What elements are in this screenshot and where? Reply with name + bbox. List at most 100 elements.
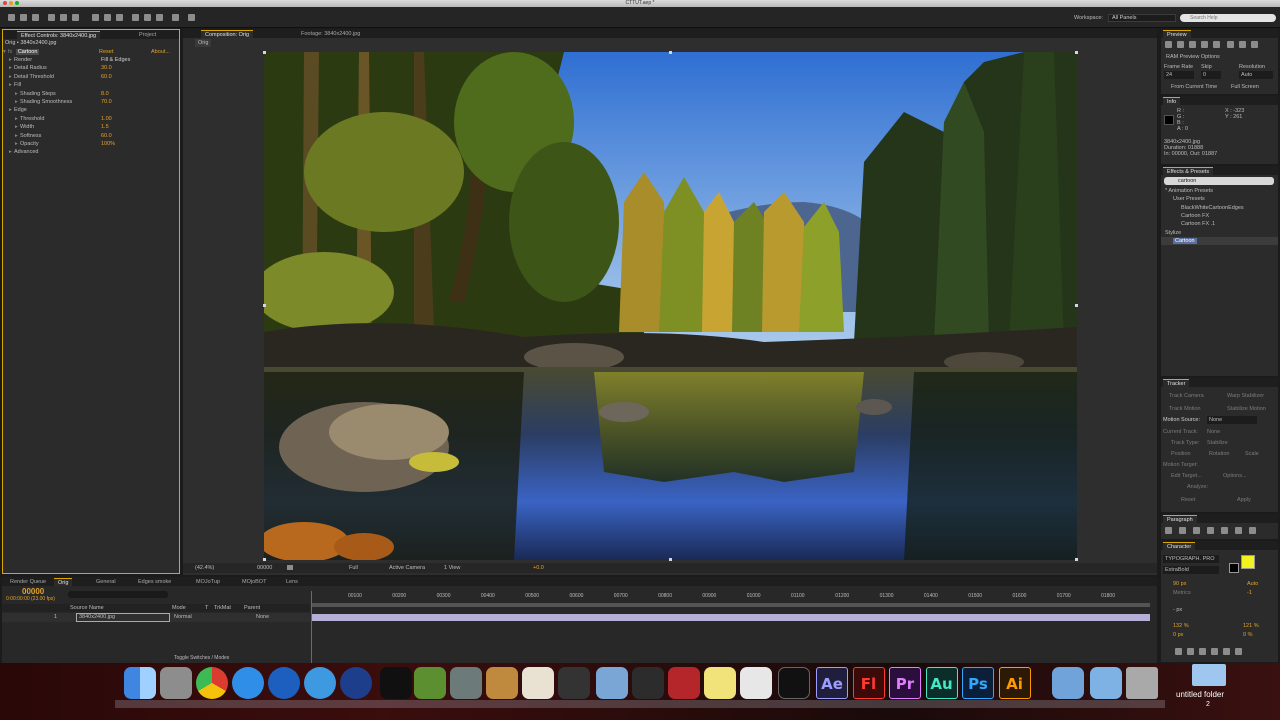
- effect-param-row[interactable]: ▸ Advanced: [3, 148, 179, 156]
- scale-checkbox[interactable]: Scale: [1245, 450, 1259, 458]
- minecraft-icon[interactable]: [414, 667, 446, 699]
- timeline-tab[interactable]: Lens: [282, 578, 302, 586]
- frame-rate-select[interactable]: 24: [1164, 71, 1194, 79]
- full-screen-checkbox[interactable]: Full Screen: [1231, 83, 1259, 91]
- first-frame-icon[interactable]: [1165, 41, 1172, 48]
- effect-param-row[interactable]: ▸ Edge: [3, 106, 179, 114]
- preset-item[interactable]: User Presets: [1161, 195, 1278, 203]
- quicktime-icon[interactable]: [268, 667, 300, 699]
- exposure-value[interactable]: +0.0: [533, 564, 544, 572]
- toggle-switches-modes[interactable]: Toggle Switches / Modes: [174, 655, 229, 661]
- pen-tool-icon[interactable]: [104, 14, 111, 21]
- preview-app-icon[interactable]: [740, 667, 772, 699]
- effect-param-row[interactable]: ▸ Shading Smoothness 70.0: [3, 98, 179, 106]
- timeline-search-input[interactable]: [68, 591, 168, 598]
- zoom-window-button[interactable]: [15, 1, 19, 5]
- time-ruler[interactable]: 00100 00200 00300 00400 00500 00600 00700 00800…: [312, 591, 1152, 603]
- rectangle-tool-icon[interactable]: [92, 14, 99, 21]
- vertical-scale-value[interactable]: 132 %: [1173, 622, 1189, 630]
- rotate-tool-icon[interactable]: [48, 14, 55, 21]
- downloads-folder-icon[interactable]: [1090, 667, 1122, 699]
- garageband-icon[interactable]: [486, 667, 518, 699]
- bbox-handle-bm[interactable]: [669, 558, 672, 561]
- tab-effects-presets[interactable]: Effects & Presets: [1163, 167, 1214, 175]
- finder-icon[interactable]: [124, 667, 156, 699]
- adobe-app-icon[interactable]: Ps: [962, 667, 994, 699]
- motion-source-select[interactable]: None: [1207, 416, 1257, 424]
- magnification-select[interactable]: (42.4%): [195, 564, 214, 572]
- layer-mode-select[interactable]: Normal: [174, 613, 192, 621]
- baseline-shift-value[interactable]: 0 px: [1173, 631, 1183, 639]
- align-right-icon[interactable]: [1193, 527, 1200, 534]
- playhead[interactable]: [311, 591, 312, 663]
- prev-frame-icon[interactable]: [1177, 41, 1184, 48]
- bbox-handle-tm[interactable]: [669, 51, 672, 54]
- stabilize-motion-button[interactable]: Stabilize Motion: [1227, 405, 1266, 413]
- tracker-reset-button[interactable]: Reset: [1181, 496, 1195, 504]
- resolution-select-preview[interactable]: Auto: [1239, 71, 1273, 79]
- adobe-app-icon[interactable]: Fl: [852, 667, 885, 699]
- close-window-button[interactable]: [3, 1, 7, 5]
- work-area-bar[interactable]: [312, 603, 1150, 607]
- loop-icon[interactable]: [1239, 41, 1246, 48]
- minimize-window-button[interactable]: [9, 1, 13, 5]
- terminal-icon[interactable]: [778, 667, 810, 699]
- justify-right-icon[interactable]: [1235, 527, 1242, 534]
- trash-icon[interactable]: [1126, 667, 1158, 699]
- effect-param-value[interactable]: 60.0: [101, 132, 112, 140]
- justify-center-icon[interactable]: [1221, 527, 1228, 534]
- timeline-tab[interactable]: MOJoTup: [192, 578, 224, 586]
- clone-stamp-tool-icon[interactable]: [144, 14, 151, 21]
- effect-param-row[interactable]: ▸ Detail Radius 30.0: [3, 64, 179, 72]
- play-icon[interactable]: [1189, 41, 1196, 48]
- justify-left-icon[interactable]: [1207, 527, 1214, 534]
- layer-row[interactable]: 1 3840x2400.jpg Normal None: [2, 613, 310, 622]
- effect-param-value[interactable]: 100%: [101, 140, 115, 148]
- subscript-icon[interactable]: [1235, 648, 1242, 655]
- faux-bold-icon[interactable]: [1175, 648, 1182, 655]
- stickies-icon[interactable]: [704, 667, 736, 699]
- bbox-handle-br[interactable]: [1075, 558, 1078, 561]
- timeline-tab[interactable]: General: [92, 578, 120, 586]
- final-cut-icon[interactable]: [558, 667, 590, 699]
- photo-booth-icon[interactable]: [668, 667, 700, 699]
- composition-viewer-image[interactable]: [264, 52, 1077, 560]
- justify-all-icon[interactable]: [1249, 527, 1256, 534]
- align-center-icon[interactable]: [1179, 527, 1186, 534]
- imovie-icon[interactable]: [632, 667, 664, 699]
- disk-utility-icon[interactable]: [450, 667, 482, 699]
- track-motion-button[interactable]: Track Motion: [1169, 405, 1201, 413]
- align-left-icon[interactable]: [1165, 527, 1172, 534]
- edit-target-button[interactable]: Edit Target...: [1171, 472, 1202, 480]
- type-tool-icon[interactable]: [116, 14, 123, 21]
- last-frame-icon[interactable]: [1213, 41, 1220, 48]
- pan-behind-tool-icon[interactable]: [72, 14, 79, 21]
- stroke-width-value[interactable]: - px: [1173, 606, 1182, 614]
- timecode-display[interactable]: 00000: [257, 564, 272, 572]
- font-size-value[interactable]: 90 px: [1173, 580, 1186, 588]
- bbox-handle-tl[interactable]: [263, 51, 266, 54]
- tab-preview[interactable]: Preview: [1163, 30, 1191, 38]
- untitled-folder-icon[interactable]: [1192, 664, 1226, 686]
- bbox-handle-tr[interactable]: [1075, 51, 1078, 54]
- ram-preview-options[interactable]: RAM Preview Options: [1166, 53, 1220, 61]
- tab-paragraph[interactable]: Paragraph: [1163, 515, 1197, 523]
- all-caps-icon[interactable]: [1199, 648, 1206, 655]
- bbox-handle-bl[interactable]: [263, 558, 266, 561]
- textedit-icon[interactable]: [522, 667, 554, 699]
- adobe-app-icon[interactable]: Au: [925, 667, 958, 699]
- track-type-select[interactable]: Stabilize: [1207, 439, 1228, 447]
- puppet-tool-icon[interactable]: [188, 14, 195, 21]
- effect-param-value[interactable]: 1.00: [101, 115, 112, 123]
- effects-search-input[interactable]: cartoon: [1164, 177, 1274, 185]
- options-button[interactable]: Options...: [1223, 472, 1247, 480]
- effect-param-value[interactable]: 1.5: [101, 123, 109, 131]
- next-frame-icon[interactable]: [1201, 41, 1208, 48]
- eraser-tool-icon[interactable]: [156, 14, 163, 21]
- small-caps-icon[interactable]: [1211, 648, 1218, 655]
- timeline-tab[interactable]: Orig: [54, 578, 73, 586]
- workspace-select[interactable]: All Panels: [1108, 14, 1176, 22]
- position-checkbox[interactable]: Position: [1171, 450, 1191, 458]
- tab-tracker[interactable]: Tracker: [1163, 379, 1190, 387]
- effect-param-row[interactable]: ▸ Threshold 1.00: [3, 115, 179, 123]
